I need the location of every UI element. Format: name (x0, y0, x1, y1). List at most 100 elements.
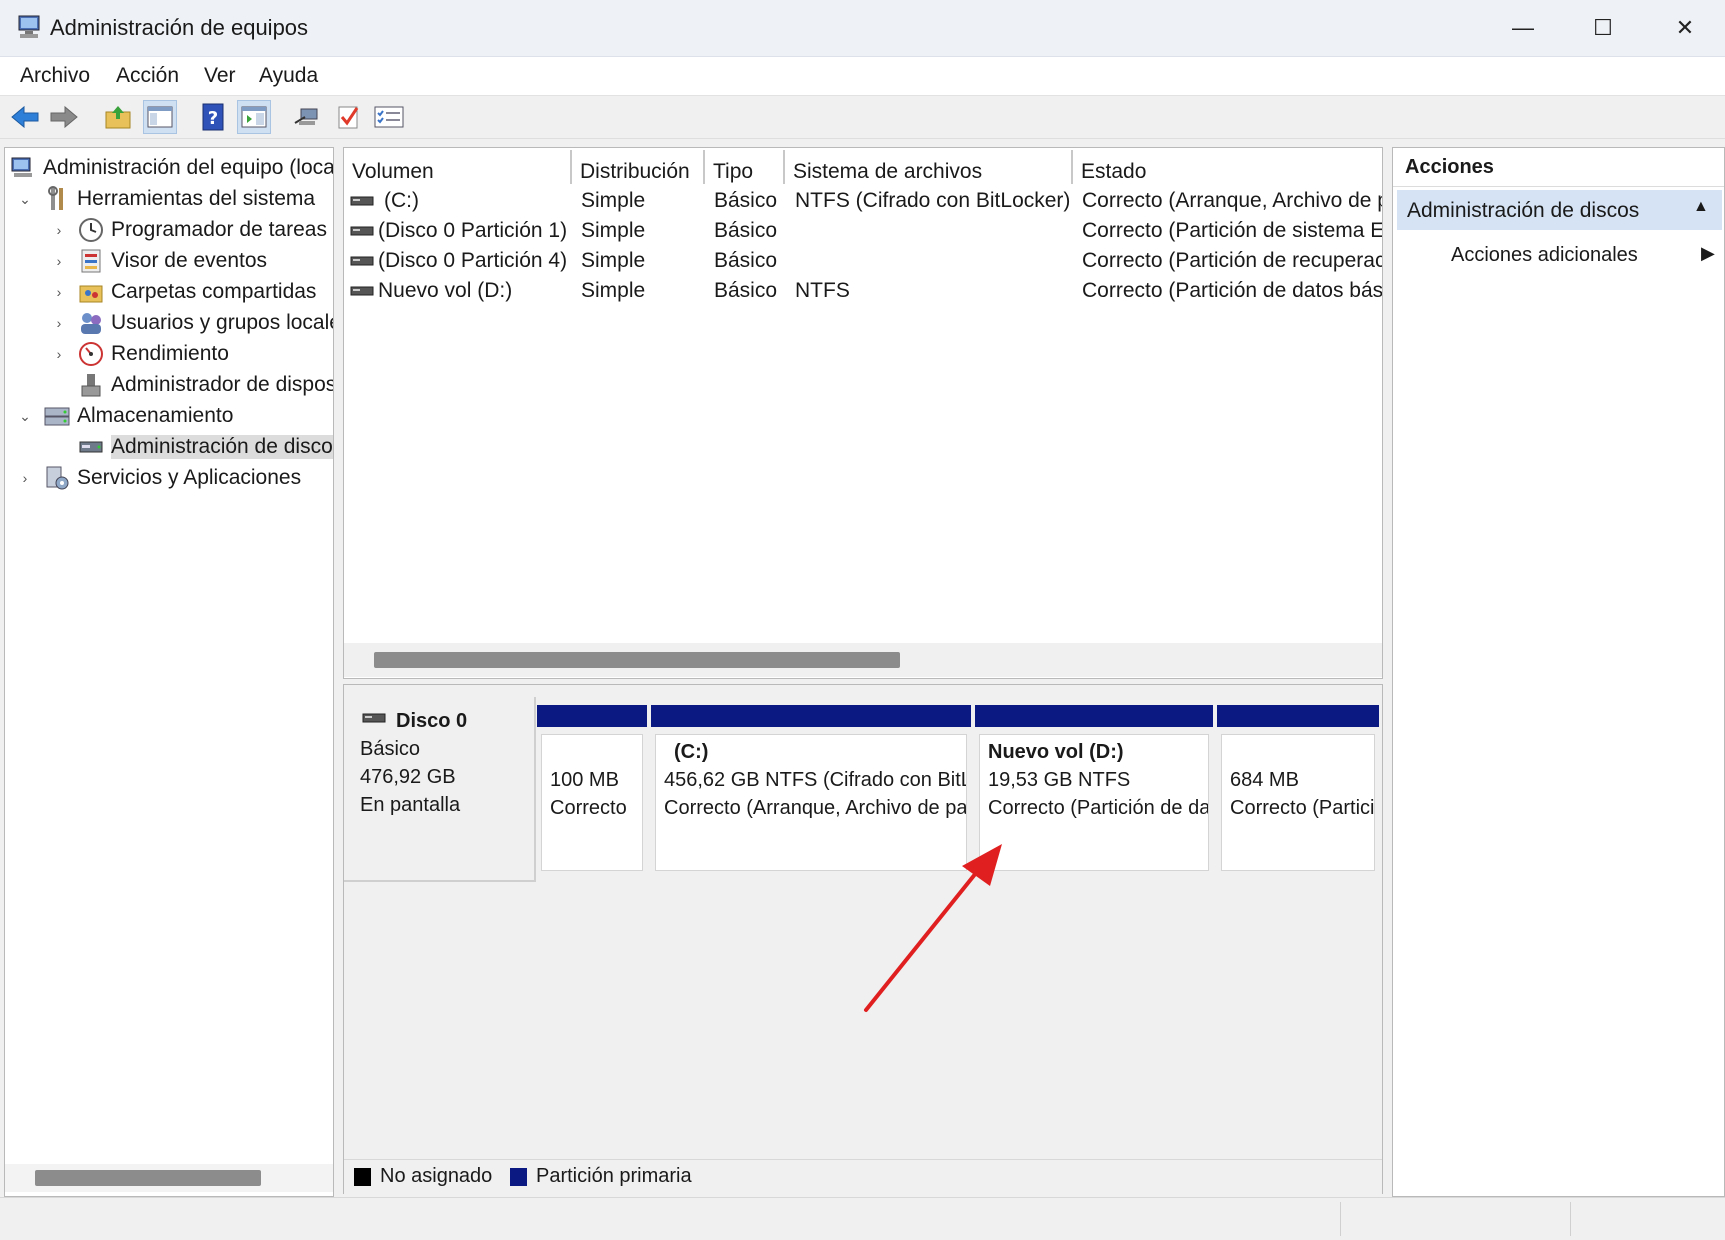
partition-status: Correcto (550, 797, 627, 819)
partition-d[interactable]: Nuevo vol (D:) 19,53 GB NTFS Correcto (P… (975, 705, 1213, 871)
actions-pane: Acciones Administración de discos ▲ Acci… (1392, 147, 1725, 1197)
tree-item-shared-folders[interactable]: › Carpetas compartidas (49, 277, 317, 307)
disk-size: 476,92 GB (360, 766, 456, 788)
more-actions-item[interactable]: Acciones adicionales ▶ (1397, 238, 1722, 274)
services-icon (43, 464, 71, 492)
computer-management-icon (16, 14, 44, 40)
tree-item-label: Administrador de dispositivos (111, 373, 334, 396)
disk-name: Disco 0 (396, 710, 468, 732)
chevron-right-icon[interactable]: › (49, 284, 69, 300)
partition-bar (651, 705, 971, 727)
event-viewer-icon (77, 247, 105, 275)
up-folder-icon[interactable] (101, 100, 135, 134)
partition-bar (1217, 705, 1379, 727)
forward-icon[interactable] (47, 100, 81, 134)
volume-scrollbar-thumb[interactable] (374, 652, 900, 668)
partition-efi[interactable]: 100 MB Correcto (537, 705, 647, 871)
cell-layout: Simple (581, 249, 646, 272)
show-hide-tree-icon[interactable] (143, 100, 177, 134)
tree-item-event-viewer[interactable]: › Visor de eventos (49, 246, 267, 276)
tree-item-performance[interactable]: › Rendimiento (49, 339, 229, 369)
tree-item-root[interactable]: Administración del equipo (local) (9, 153, 334, 183)
menu-bar: Archivo Acción Ver Ayuda (0, 57, 1725, 96)
volume-icon (350, 190, 374, 214)
partition-title: (C:) (674, 741, 709, 763)
help-icon[interactable]: ? (196, 100, 230, 134)
menu-ver[interactable]: Ver (204, 64, 236, 88)
actions-section-disk-management[interactable]: Administración de discos ▲ (1397, 190, 1722, 230)
connect-icon[interactable] (290, 100, 324, 134)
partition-size: 456,62 GB NTFS (Cifrado con BitLocker) (664, 769, 966, 791)
disk-icon (362, 711, 386, 730)
actions-title: Acciones (1405, 156, 1494, 178)
partition-status: Correcto (Arranque, Archivo de paginació… (664, 797, 967, 819)
chevron-right-icon[interactable]: › (49, 346, 69, 362)
back-icon[interactable] (8, 100, 42, 134)
partition-title: Nuevo vol (D:) (988, 741, 1124, 763)
tree-item-storage[interactable]: ⌄ Almacenamiento (15, 401, 233, 431)
computer-management-icon (9, 154, 37, 182)
cell-volume: (Disco 0 Partición 1) (378, 219, 568, 242)
chevron-right-icon[interactable]: › (49, 315, 69, 331)
tree-item-task-scheduler[interactable]: › Programador de tareas (49, 215, 327, 245)
tree-item-label: Administración de discos (111, 435, 333, 459)
cell-layout: Simple (581, 279, 646, 302)
menu-accion[interactable]: Acción (116, 64, 179, 88)
cell-filesystem: NTFS (Cifrado con BitLocker) (795, 189, 1071, 212)
actions-section-label: Administración de discos (1407, 199, 1640, 222)
volume-icon (350, 250, 374, 274)
chevron-right-icon[interactable]: › (15, 470, 35, 486)
properties-icon[interactable] (372, 100, 406, 134)
disk-icon (77, 433, 105, 461)
menu-ayuda[interactable]: Ayuda (259, 64, 318, 88)
column-header-distribucion[interactable]: Distribución (572, 150, 705, 184)
maximize-button[interactable]: ☐ (1563, 0, 1643, 56)
partition-recovery[interactable]: 684 MB Correcto (Partición de recuperaci… (1217, 705, 1379, 871)
volume-list: Volumen Distribución Tipo Sistema de arc… (343, 147, 1383, 679)
cell-volume: (C:) (384, 189, 419, 212)
legend-swatch-unallocated (354, 1168, 371, 1186)
actions-header: Acciones (1393, 148, 1724, 187)
collapse-up-icon[interactable]: ▲ (1693, 198, 1709, 216)
tree-item-label: Herramientas del sistema (77, 187, 316, 210)
tree-item-label: Administración del equipo (local) (43, 156, 334, 179)
tree-item-label: Almacenamiento (77, 404, 234, 427)
column-header-estado[interactable]: Estado (1073, 150, 1382, 184)
check-icon[interactable] (332, 100, 366, 134)
tree-item-local-users[interactable]: › Usuarios y grupos locales (49, 308, 333, 338)
cell-filesystem: NTFS (795, 279, 850, 302)
column-header-volumen[interactable]: Volumen (344, 150, 572, 184)
chevron-down-icon[interactable]: ⌄ (15, 191, 35, 208)
tree-item-system-tools[interactable]: ⌄ Herramientas del sistema (15, 184, 315, 214)
minimize-button[interactable]: — (1483, 0, 1563, 56)
tree-scrollbar-thumb[interactable] (35, 1170, 261, 1186)
partition-size: 684 MB (1230, 769, 1299, 791)
chevron-right-icon[interactable]: › (49, 253, 69, 269)
svg-text:?: ? (208, 108, 218, 129)
tree-item-device-manager[interactable]: Administrador de dispositivos (49, 370, 334, 400)
column-header-tipo[interactable]: Tipo (705, 150, 785, 184)
partition-bar (975, 705, 1213, 727)
legend-swatch-primary (510, 1168, 527, 1186)
users-icon (77, 309, 105, 337)
tree-item-services[interactable]: › Servicios y Aplicaciones (15, 463, 301, 493)
device-manager-icon (77, 371, 105, 399)
close-button[interactable]: ✕ (1645, 0, 1725, 56)
volume-icon (350, 220, 374, 244)
chevron-right-icon[interactable]: › (49, 222, 69, 238)
show-hide-actions-icon[interactable] (237, 100, 271, 134)
partition-body: 684 MB Correcto (Partición de recuperaci… (1221, 734, 1375, 871)
submenu-arrow-icon: ▶ (1701, 243, 1715, 263)
shared-folder-icon (77, 278, 105, 306)
disk-status: En pantalla (360, 794, 461, 816)
cell-status: Correcto (Partición de sistema EFI) (1082, 219, 1382, 242)
column-header-sistema[interactable]: Sistema de archivos (785, 150, 1073, 184)
tools-icon (43, 185, 71, 213)
cell-type: Básico (714, 249, 778, 272)
chevron-down-icon[interactable]: ⌄ (15, 408, 35, 425)
menu-archivo[interactable]: Archivo (20, 64, 90, 88)
disk-info-panel[interactable]: Disco 0 Básico 476,92 GB En pantalla (344, 697, 536, 882)
partition-size: 100 MB (550, 769, 619, 791)
tree-item-label: Visor de eventos (111, 249, 268, 272)
tree-item-disk-management[interactable]: Administración de discos (49, 432, 333, 462)
